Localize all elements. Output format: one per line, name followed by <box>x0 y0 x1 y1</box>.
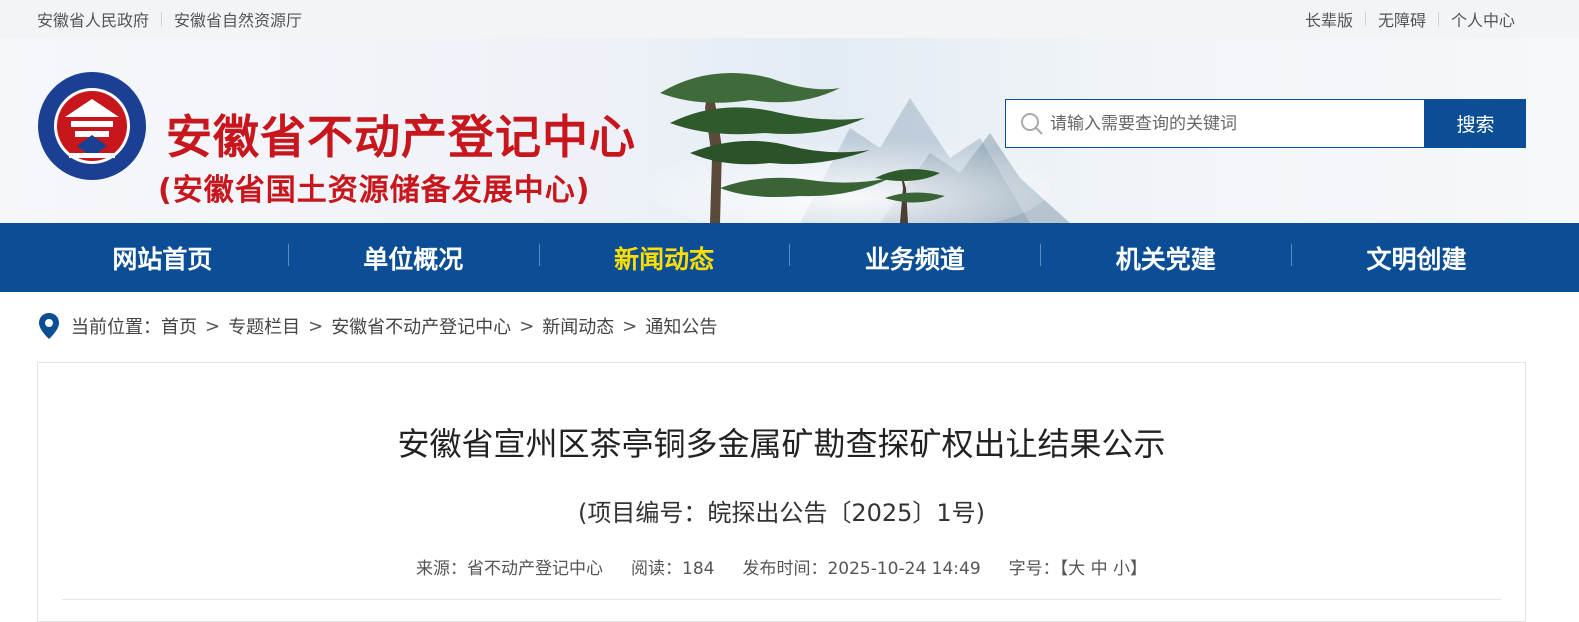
breadcrumb-separator: > <box>205 315 221 337</box>
nav-item-about[interactable]: 单位概况 <box>287 240 539 276</box>
meta-publish-time: 发布时间：2025-10-24 14:49 <box>742 554 980 579</box>
search-input[interactable] <box>1050 113 1410 134</box>
search-box <box>1005 99 1425 148</box>
breadcrumb-separator: > <box>519 315 535 337</box>
font-size-label: 字号： <box>1008 559 1060 579</box>
font-size-large[interactable]: 大 <box>1068 559 1085 579</box>
breadcrumb-separator: > <box>622 315 638 337</box>
link-accessibility[interactable]: 无障碍 <box>1378 7 1426 31</box>
project-number: (项目编号：皖探出公告〔2025〕1号) <box>577 499 986 527</box>
nav-item-business[interactable]: 业务频道 <box>789 240 1040 276</box>
time-value: 2025-10-24 14:49 <box>827 559 981 579</box>
article-divider <box>62 599 1501 600</box>
source-label: 来源： <box>416 559 468 579</box>
nav-item-home[interactable]: 网站首页 <box>37 240 288 276</box>
font-size-small[interactable]: 小 <box>1113 559 1130 579</box>
nav-item-civilization[interactable]: 文明创建 <box>1291 240 1542 276</box>
site-search: 搜索 <box>1005 99 1526 148</box>
meta-font-size: 字号：【大 中 小】 <box>1009 554 1147 579</box>
top-left-links: 安徽省人民政府 安徽省自然资源厅 <box>37 7 302 31</box>
nav-item-party-building[interactable]: 机关党建 <box>1040 240 1291 276</box>
article-meta: 来源：省不动产登记中心 阅读：184 发布时间：2025-10-24 14:49… <box>38 554 1525 579</box>
divider <box>1437 12 1439 26</box>
nav-item-news[interactable]: 新闻动态 <box>538 240 790 276</box>
article-panel: 安徽省宣州区茶亭铜多金属矿勘查探矿权出让结果公示 (项目编号：皖探出公告〔202… <box>37 362 1526 622</box>
breadcrumb-news[interactable]: 新闻动态 <box>542 313 614 339</box>
site-title: 安徽省不动产登记中心 <box>166 110 636 164</box>
font-size-medium[interactable]: 中 <box>1091 559 1108 579</box>
breadcrumb-notices[interactable]: 通知公告 <box>645 313 717 339</box>
top-utility-bar: 安徽省人民政府 安徽省自然资源厅 长辈版 无障碍 个人中心 <box>0 0 1579 38</box>
breadcrumb-special-topics[interactable]: 专题栏目 <box>228 313 300 339</box>
link-anhui-gov[interactable]: 安徽省人民政府 <box>37 7 149 31</box>
bracket-close: 】 <box>1129 559 1147 579</box>
article-title: 安徽省宣州区茶亭铜多金属矿勘查探矿权出让结果公示 <box>397 425 1166 463</box>
time-label: 发布时间： <box>742 559 828 579</box>
top-right-links: 长辈版 无障碍 个人中心 <box>1305 7 1515 31</box>
bracket-open: 【 <box>1059 559 1069 579</box>
main-nav: 网站首页 单位概况 新闻动态 业务频道 机关党建 文明创建 <box>0 223 1579 292</box>
breadcrumb-home[interactable]: 首页 <box>161 313 197 339</box>
meta-reads: 阅读：184 <box>631 554 714 579</box>
divider <box>161 12 163 26</box>
source-value: 省不动产登记中心 <box>467 559 604 579</box>
site-subtitle: (安徽省国土资源储备发展中心) <box>158 173 591 208</box>
search-button[interactable]: 搜索 <box>1425 99 1526 148</box>
meta-source: 来源：省不动产登记中心 <box>416 554 603 579</box>
header-banner: 安徽省不动产登记中心 (安徽省国土资源储备发展中心) 搜索 <box>0 38 1579 223</box>
breadcrumb-separator: > <box>308 315 324 337</box>
search-icon <box>1021 112 1043 135</box>
breadcrumb: 当前位置： 首页 > 专题栏目 > 安徽省不动产登记中心 > 新闻动态 > 通知… <box>37 312 717 340</box>
link-natural-resources-dept[interactable]: 安徽省自然资源厅 <box>174 7 302 31</box>
divider <box>1364 12 1366 26</box>
registration-center-logo <box>38 72 146 180</box>
reads-label: 阅读： <box>631 559 683 579</box>
link-elder-mode[interactable]: 长辈版 <box>1305 7 1353 31</box>
breadcrumb-center[interactable]: 安徽省不动产登记中心 <box>331 313 511 339</box>
link-personal-center[interactable]: 个人中心 <box>1451 7 1515 31</box>
breadcrumb-prefix: 当前位置： <box>71 317 161 338</box>
location-pin-icon <box>39 313 59 339</box>
reads-count: 184 <box>682 559 715 579</box>
